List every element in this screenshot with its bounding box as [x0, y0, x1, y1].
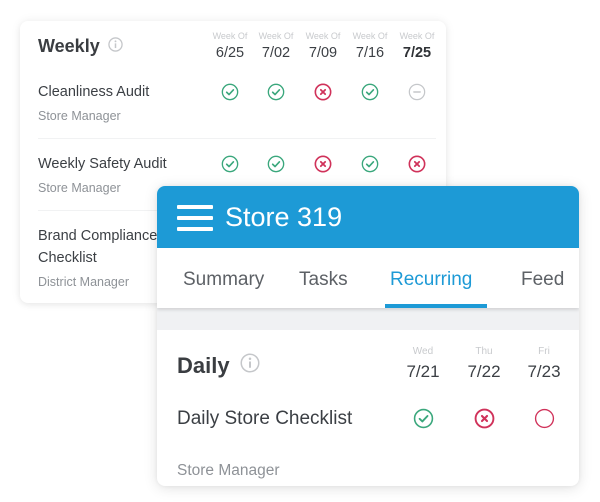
task-row[interactable]: Cleanliness Audit Store Manager	[20, 80, 446, 140]
day-label: Wed	[412, 346, 434, 357]
info-icon[interactable]	[240, 353, 260, 379]
check-circle-icon[interactable]	[413, 408, 434, 429]
day-date: 7/21	[406, 362, 440, 381]
week-label: Week Of	[399, 31, 435, 41]
x-circle-icon[interactable]	[314, 155, 332, 173]
week-column: Week Of 7/02	[251, 31, 301, 63]
section-separator	[157, 308, 579, 330]
task-name: Weekly Safety Audit	[38, 156, 167, 172]
tab-recurring[interactable]: Recurring	[390, 268, 472, 292]
day-date: 7/22	[467, 362, 501, 381]
week-column: Week Of 7/16	[345, 31, 395, 63]
store-card: Store 319 Summary Tasks Recurring Feed D…	[157, 186, 579, 486]
week-label: Week Of	[212, 31, 248, 41]
task-role: District Manager	[38, 275, 129, 289]
weekly-heading: Weekly	[38, 36, 123, 57]
week-column-current: Week Of 7/25	[392, 31, 442, 63]
x-circle-icon[interactable]	[408, 155, 426, 173]
task-name-line2: Checklist	[38, 250, 97, 266]
check-circle-icon[interactable]	[361, 155, 379, 173]
day-column: Fri 7/23	[519, 345, 569, 383]
week-date: 7/09	[308, 45, 338, 61]
day-column: Wed 7/21	[398, 345, 448, 383]
day-date: 7/23	[527, 362, 561, 381]
week-label: Week Of	[352, 31, 388, 41]
check-circle-icon[interactable]	[221, 155, 239, 173]
day-label: Fri	[538, 346, 550, 357]
check-circle-icon[interactable]	[267, 155, 285, 173]
tab-tasks[interactable]: Tasks	[299, 268, 348, 292]
task-name-line1: Brand Compliance	[38, 228, 158, 244]
task-name: Cleanliness Audit	[38, 84, 150, 100]
task-role: Store Manager	[38, 109, 121, 123]
x-circle-icon[interactable]	[314, 83, 332, 101]
week-label: Week Of	[258, 31, 294, 41]
minus-circle-icon[interactable]	[408, 83, 426, 101]
day-label: Thu	[475, 346, 493, 357]
week-column: Week Of 7/09	[298, 31, 348, 63]
daily-heading: Daily	[177, 353, 260, 379]
week-date: 7/16	[355, 45, 385, 61]
weekly-title: Weekly	[38, 36, 100, 56]
check-circle-icon[interactable]	[221, 83, 239, 101]
tab-bar: Summary Tasks Recurring Feed	[157, 248, 579, 308]
daily-title: Daily	[177, 353, 230, 378]
app-header: Store 319	[157, 186, 579, 248]
active-tab-indicator	[385, 304, 487, 308]
week-date: 7/25	[402, 45, 432, 61]
x-circle-icon[interactable]	[474, 408, 495, 429]
check-circle-icon[interactable]	[267, 83, 285, 101]
tab-summary[interactable]: Summary	[183, 268, 264, 292]
week-date: 7/02	[261, 45, 291, 61]
week-label: Week Of	[305, 31, 341, 41]
task-name: Daily Store Checklist	[177, 408, 353, 429]
hamburger-menu-icon[interactable]	[177, 205, 213, 231]
tab-feed[interactable]: Feed	[521, 268, 564, 292]
week-date: 6/25	[215, 45, 245, 61]
empty-circle-icon[interactable]	[534, 408, 555, 429]
day-column: Thu 7/22	[459, 345, 509, 383]
task-role: Store Manager	[177, 462, 280, 479]
store-title: Store 319	[225, 202, 343, 232]
info-icon[interactable]	[108, 36, 123, 57]
check-circle-icon[interactable]	[361, 83, 379, 101]
row-divider	[38, 138, 436, 139]
week-column: Week Of 6/25	[205, 31, 255, 63]
task-role: Store Manager	[38, 181, 121, 195]
